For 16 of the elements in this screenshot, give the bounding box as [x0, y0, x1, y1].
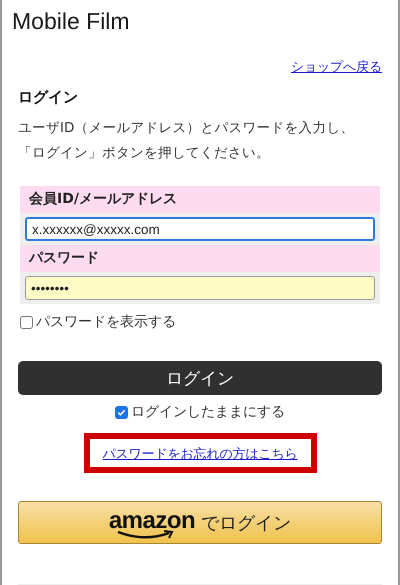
email-field[interactable]: x.xxxxxx@xxxxx.com — [25, 217, 375, 241]
checkbox-label: パスワードを表示する — [36, 313, 176, 331]
smile-arrow-icon — [116, 530, 175, 540]
instructions-text: ユーザID（メールアドレス）とパスワードを入力し、「ログイン」ボタンを押してください。 — [18, 119, 356, 163]
show-password-checkbox[interactable] — [20, 316, 33, 328]
keep-logged-in-checkbox[interactable] — [115, 406, 128, 419]
section-heading: ログイン — [18, 88, 79, 107]
password-field[interactable]: •••••••• — [25, 276, 375, 300]
forgot-password-link[interactable]: パスワードをお忘れの方はこちら — [102, 447, 298, 462]
back-to-shop-link[interactable]: ショップへ戻る — [291, 58, 382, 76]
amazon-login-button[interactable]: amazon でログイン — [18, 501, 382, 544]
field-label: 会員ID/メールアドレス — [20, 186, 380, 213]
checkbox-label: ログインしたままにする — [131, 403, 285, 422]
page-title: Mobile Film — [12, 8, 131, 35]
login-button[interactable]: ログイン — [18, 361, 382, 396]
field-label: パスワード — [20, 245, 380, 272]
